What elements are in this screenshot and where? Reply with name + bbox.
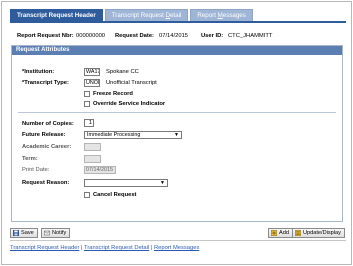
cancel-request-checkbox[interactable] <box>84 192 90 198</box>
override-service-checkbox[interactable] <box>84 101 90 107</box>
user-id-value: CTC_JHAMMITT <box>228 33 273 39</box>
future-release-label: Future Release: <box>22 132 66 138</box>
save-icon <box>13 230 19 236</box>
future-release-value: Immediate Processing <box>87 132 141 138</box>
transcript-type-label: *Transcript Type: <box>22 80 69 86</box>
academic-career-field <box>84 143 101 151</box>
freeze-record-label: Freeze Record <box>93 91 133 97</box>
tab-underline <box>10 21 346 23</box>
tab-label-pre: Report <box>197 12 218 19</box>
link-report-messages[interactable]: Report Messages <box>154 245 199 251</box>
notify-icon <box>44 230 50 236</box>
update-display-icon <box>295 230 301 236</box>
dropdown-arrow-icon: ▼ <box>160 180 165 186</box>
save-button[interactable]: Save <box>10 228 38 238</box>
institution-label: *Institution: <box>22 69 55 75</box>
group-title: Request Attributes <box>12 46 342 55</box>
request-date-value: 07/14/2015 <box>159 33 189 39</box>
report-nbr-value: 000000000 <box>76 33 106 39</box>
add-button[interactable]: Add <box>268 228 293 238</box>
transcript-type-description: Unofficial Transcript <box>106 80 157 86</box>
term-label: Term: <box>22 156 38 162</box>
footer-divider <box>10 240 346 241</box>
section-divider <box>18 112 336 113</box>
request-reason-label: Request Reason: <box>22 180 70 186</box>
update-display-label: Update/Display <box>303 230 341 236</box>
tab-report-messages[interactable]: Report Messages <box>190 9 253 21</box>
tab-label-post: essages <box>222 12 246 19</box>
academic-career-label: Academic Career: <box>22 144 72 150</box>
term-field <box>84 155 101 163</box>
tab-bar: Transcript Request Header Transcript Req… <box>10 9 255 21</box>
print-date-label: Print Date: <box>22 167 50 173</box>
override-service-label: Override Service Indicator <box>93 101 166 107</box>
user-id-label: User ID: <box>201 33 224 39</box>
add-icon <box>271 230 277 236</box>
freeze-record-checkbox[interactable] <box>84 91 90 97</box>
tab-label-post: etail <box>169 12 182 19</box>
print-date-field: 07/14/2015 <box>84 166 116 174</box>
tab-label-pre: Transcript Request <box>111 12 166 19</box>
cancel-request-label: Cancel Request <box>93 192 137 198</box>
copies-field[interactable]: 1 <box>84 119 94 127</box>
tab-transcript-request-header[interactable]: Transcript Request Header <box>10 9 103 21</box>
institution-field[interactable]: WA171 <box>84 68 100 76</box>
future-release-select[interactable]: Immediate Processing ▼ <box>84 131 182 139</box>
link-transcript-request-detail[interactable]: Transcript Request Detail <box>84 245 149 251</box>
save-label: Save <box>21 230 34 236</box>
dropdown-arrow-icon: ▼ <box>174 132 179 138</box>
institution-description: Spokane CC <box>106 69 139 75</box>
request-attributes-group: Request Attributes *Institution: WA171 S… <box>11 45 343 222</box>
link-transcript-request-header[interactable]: Transcript Request Header <box>10 245 79 251</box>
tab-transcript-request-detail[interactable]: Transcript Request Detail <box>104 9 189 21</box>
footer-links: Transcript Request Header | Transcript R… <box>10 244 199 252</box>
notify-label: Notify <box>52 230 67 236</box>
request-date-label: Request Date: <box>115 33 154 39</box>
update-display-button[interactable]: Update/Display <box>292 228 345 238</box>
add-label: Add <box>279 230 289 236</box>
transcript-type-field[interactable]: UNOFF <box>84 79 100 87</box>
report-nbr-label: Report Request Nbr: <box>17 33 74 39</box>
notify-button[interactable]: Notify <box>41 228 71 238</box>
copies-label: Number of Copies: <box>22 121 74 127</box>
request-reason-select[interactable]: ▼ <box>84 179 168 187</box>
